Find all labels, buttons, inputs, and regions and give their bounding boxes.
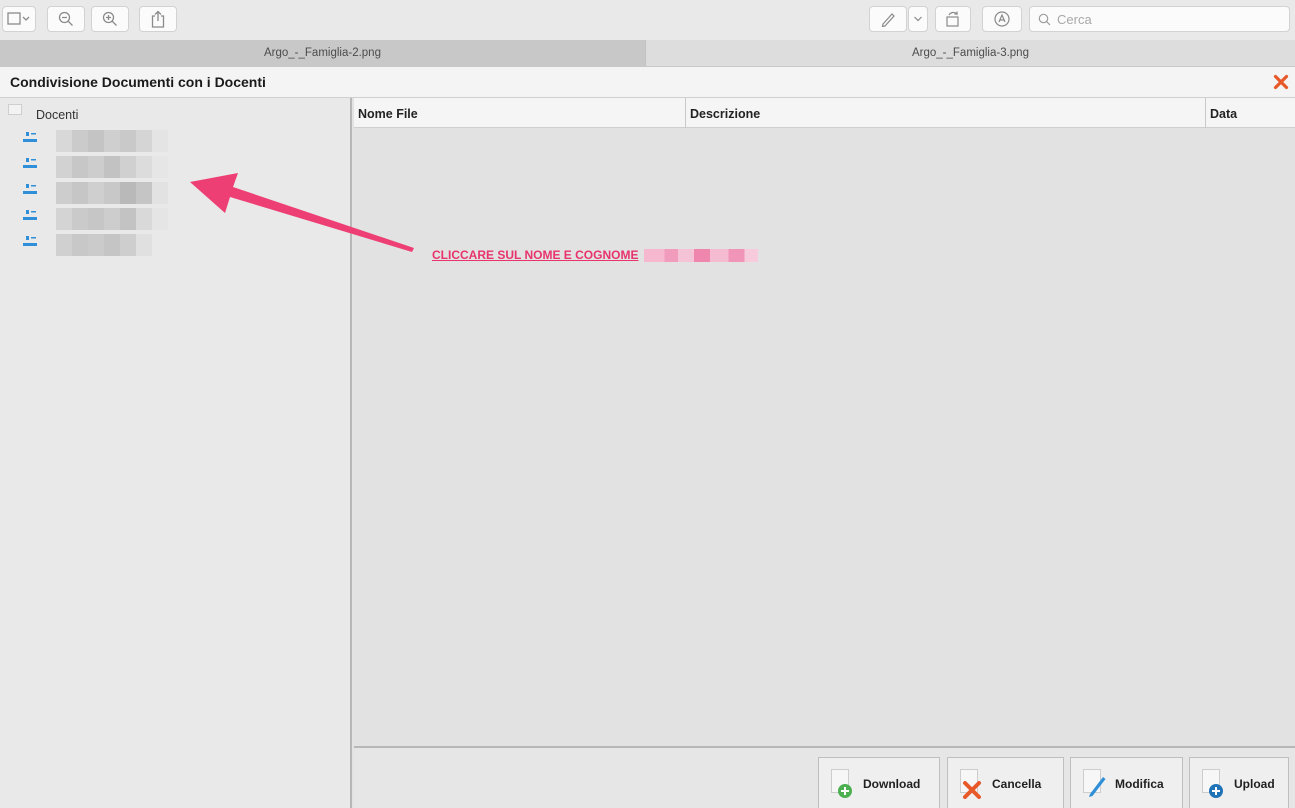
close-button[interactable] [1271,72,1291,92]
zoom-in-icon [102,11,117,26]
sidebar-toggle-button[interactable] [2,6,36,32]
column-header-data[interactable]: Data [1206,98,1295,128]
tree-item-teacher[interactable] [22,156,168,182]
teacher-icon [23,236,37,246]
share-button[interactable] [139,6,177,32]
app-root: Cerca Argo_-_Famiglia-2.png Argo_-_Famig… [0,0,1295,808]
delete-icon [958,769,984,799]
tree-root-label: Docenti [36,108,79,122]
upload-icon [1200,769,1226,799]
window-title-bar: Condivisione Documenti con i Docenti [0,67,1295,98]
sidebar-toggle-icon [7,12,30,25]
download-button[interactable]: Download [818,757,940,808]
file-tab-bar: Argo_-_Famiglia-2.png Argo_-_Famiglia-3.… [0,40,1295,67]
redacted-teacher-name[interactable] [56,234,152,256]
zoom-in-button[interactable] [91,6,129,32]
markup-pen-button[interactable] [869,6,907,32]
annotation-text: CLICCARE SUL NOME E COGNOME [432,248,639,262]
column-header-descrizione[interactable]: Descrizione [686,98,1206,128]
search-input[interactable]: Cerca [1029,6,1290,32]
edit-button[interactable]: Modifica [1070,757,1183,808]
markup-toolbar-button[interactable] [982,6,1022,32]
search-icon [1038,13,1051,25]
tree-item-teacher[interactable] [22,208,168,234]
chevron-down-icon [914,16,922,22]
preview-toolbar: Cerca [0,0,1295,40]
folder-icon [8,104,22,115]
redacted-teacher-name[interactable] [56,156,168,178]
zoom-out-button[interactable] [47,6,85,32]
pen-options-button[interactable] [908,6,928,32]
zoom-out-icon [58,11,73,26]
redacted-teacher-name[interactable] [56,130,168,152]
tree-item-teacher[interactable] [22,234,152,260]
cancel-button[interactable]: Cancella [947,757,1064,808]
tab-famiglia-2[interactable]: Argo_-_Famiglia-2.png [0,40,645,67]
upload-label: Upload [1234,777,1275,791]
download-label: Download [863,777,921,791]
teacher-icon [23,132,37,142]
edit-label: Modifica [1115,777,1164,791]
grid-header: Nome File Descrizione Data [354,98,1295,128]
download-icon [829,769,855,799]
share-icon [151,10,165,28]
teacher-icon [23,184,37,194]
redacted-teacher-name[interactable] [56,182,168,204]
redacted-name [644,248,759,262]
search-placeholder: Cerca [1057,11,1092,27]
column-header-nome-file[interactable]: Nome File [354,98,686,128]
rotate-icon [946,11,959,27]
redacted-teacher-name[interactable] [56,208,168,230]
markup-icon [994,11,1010,27]
upload-button[interactable]: Upload [1189,757,1289,808]
teacher-list [22,130,168,260]
pen-icon [881,13,895,27]
edit-icon [1081,769,1107,799]
tree-item-teacher[interactable] [22,182,168,208]
teacher-icon [23,158,37,168]
tree-item-teacher[interactable] [22,130,168,156]
tree-root-docenti[interactable]: Docenti [8,104,78,122]
window-title: Condivisione Documenti con i Docenti [10,74,266,90]
action-bar: Download Cancella Modifica Upload [354,746,1295,808]
teacher-icon [23,210,37,220]
documents-grid: Nome File Descrizione Data [354,98,1295,746]
cancel-label: Cancella [992,777,1042,791]
close-icon [1273,74,1289,90]
tab-famiglia-3[interactable]: Argo_-_Famiglia-3.png [645,40,1295,67]
rotate-button[interactable] [935,6,971,32]
annotation-label: CLICCARE SUL NOME E COGNOME [432,248,759,262]
annotation-arrow [190,173,414,252]
